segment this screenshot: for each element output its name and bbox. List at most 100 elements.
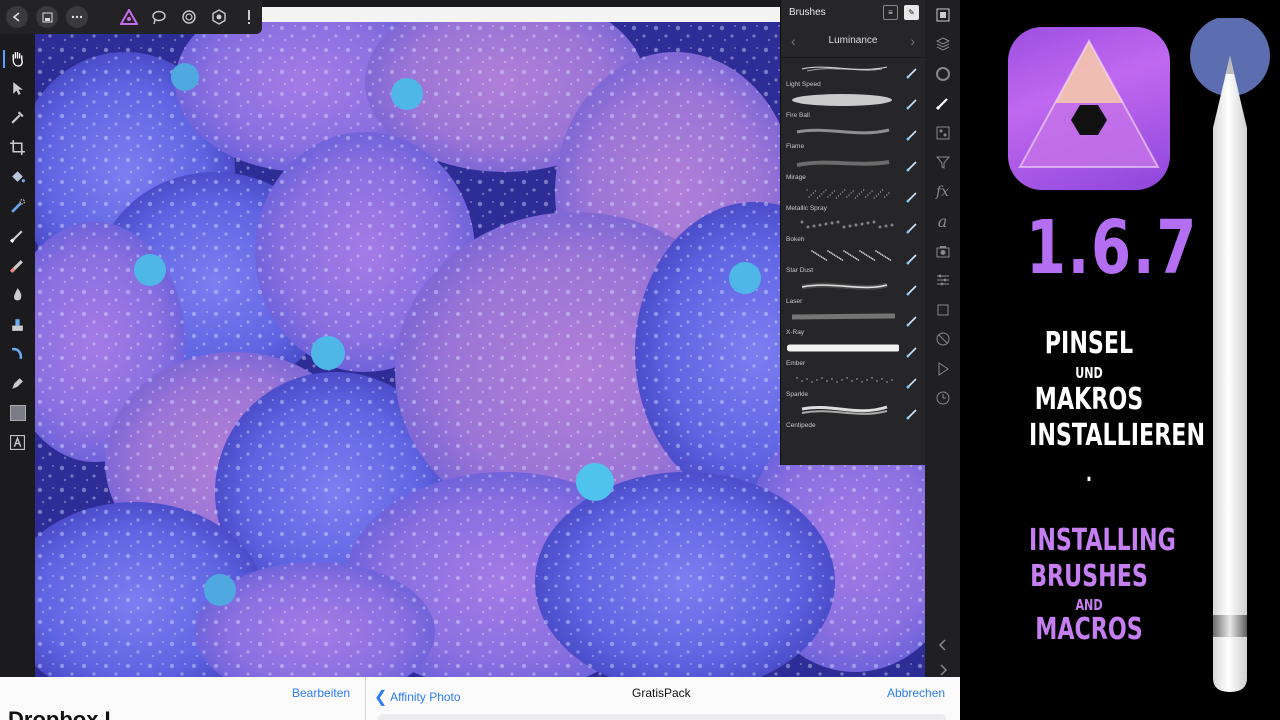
brush-edit-icon[interactable] (905, 405, 921, 421)
color-picker-icon[interactable] (0, 103, 35, 133)
collapse-left-icon[interactable] (925, 631, 960, 661)
brush-stroke-preview (796, 377, 893, 383)
brush-category-selector[interactable]: ‹ Luminance › (781, 24, 925, 58)
brush-item[interactable]: Star Dust (781, 244, 925, 275)
brush-list: Light Speed Fire Ball Flame Mirage Metallic … (781, 58, 925, 430)
chevron-left-icon[interactable]: ‹ (791, 33, 796, 49)
top-toolbar (0, 0, 262, 34)
brush-name: Laser (786, 298, 803, 305)
brush-item[interactable]: Bokeh (781, 213, 925, 244)
brush-edit-icon[interactable] (905, 312, 921, 328)
back-label: Affinity Photo (390, 690, 461, 704)
text-icon[interactable] (0, 428, 35, 458)
cancel-button[interactable]: Abbrechen (887, 686, 945, 700)
hand-icon[interactable] (0, 44, 35, 74)
brush-name: Flame (786, 143, 805, 150)
brushes-panel-title: Brushes (789, 6, 826, 18)
history-icon[interactable] (925, 384, 960, 414)
brush-name: Star Dust (786, 267, 814, 274)
play-macro-icon[interactable] (925, 354, 960, 384)
adjustments-icon[interactable] (925, 59, 960, 89)
title-line-brushes: BRUSHES (1030, 559, 1148, 594)
files-browser-bar: Bearbeiten ❮ Affinity Photo GratisPack A… (0, 677, 960, 720)
camera-icon[interactable] (925, 236, 960, 266)
brush-item[interactable]: Centipede (781, 399, 925, 430)
export-persona-icon[interactable] (238, 6, 260, 28)
pen-icon[interactable] (0, 369, 35, 399)
tone-mapping-persona-icon[interactable] (208, 6, 230, 28)
brush-item[interactable]: Fire Ball (781, 89, 925, 120)
transform-icon[interactable] (925, 266, 960, 296)
flood-fill-icon[interactable] (0, 162, 35, 192)
brush-item[interactable]: X-Ray (781, 306, 925, 337)
apple-pencil-illustration (1190, 16, 1270, 698)
channels-icon[interactable] (925, 118, 960, 148)
brush-item[interactable]: Sparkle (781, 368, 925, 399)
clone-icon[interactable] (0, 310, 35, 340)
layers-icon[interactable] (925, 30, 960, 60)
photo-persona-icon[interactable] (118, 6, 140, 28)
brush-item[interactable]: Light Speed (781, 58, 925, 89)
folder-title: GratisPack (632, 686, 691, 700)
brush-edit-icon[interactable] (905, 157, 921, 173)
erase-brush-icon[interactable] (0, 251, 35, 281)
brush-edit-icon[interactable] (905, 188, 921, 204)
brush-item[interactable]: Laser (781, 275, 925, 306)
brush-edit-icon[interactable] (905, 126, 921, 142)
brush-edit-icon[interactable] (905, 219, 921, 235)
document-edge (262, 7, 780, 22)
liquify-persona-icon[interactable] (148, 6, 170, 28)
brush-name: Mirage (786, 174, 806, 181)
edit-button[interactable]: Bearbeiten (292, 686, 350, 700)
color-well[interactable] (0, 398, 35, 428)
title-line-makros: MAKROS (1034, 382, 1144, 417)
brush-settings-icon[interactable]: ✎ (904, 4, 919, 20)
brush-item[interactable]: Metallic Spray (781, 182, 925, 213)
back-icon[interactable] (6, 6, 28, 28)
move-icon[interactable] (0, 74, 35, 104)
brushes-icon[interactable] (925, 89, 960, 119)
brush-edit-icon[interactable] (905, 64, 921, 80)
version-number: 1.6.7 (1025, 205, 1198, 291)
fx-icon[interactable]: fx (925, 177, 960, 207)
back-button[interactable]: ❮ Affinity Photo (374, 686, 461, 706)
save-icon[interactable] (36, 6, 58, 28)
brush-name: Bokeh (786, 236, 805, 243)
block-icon[interactable] (925, 325, 960, 355)
chevron-right-icon[interactable]: › (910, 33, 915, 49)
paint-brush-icon[interactable] (0, 221, 35, 251)
navigator-icon[interactable] (925, 0, 960, 30)
healing-icon[interactable] (0, 339, 35, 369)
crop-icon[interactable] (0, 133, 35, 163)
affinity-photo-app-icon (1008, 27, 1170, 190)
brush-item[interactable]: Flame (781, 120, 925, 151)
more-icon[interactable] (66, 6, 88, 28)
selection-icon[interactable] (925, 295, 960, 325)
filters-icon[interactable] (925, 148, 960, 178)
title-separator: . (1085, 462, 1093, 487)
brush-edit-icon[interactable] (905, 374, 921, 390)
brushes-panel: Brushes ≡ ✎ ‹ Luminance › Light Speed Fir… (780, 0, 925, 465)
text-styles-icon[interactable]: a (925, 207, 960, 237)
brush-item[interactable]: Mirage (781, 151, 925, 182)
brush-name: Metallic Spray (786, 205, 827, 212)
selection-brush-icon[interactable] (0, 192, 35, 222)
brush-stroke-preview (811, 250, 892, 261)
tools-panel (0, 44, 35, 464)
brush-stroke-preview (801, 405, 888, 415)
sidebar-heading: Dropbox I (8, 707, 111, 720)
brush-list-view-icon[interactable]: ≡ (883, 4, 898, 20)
brush-stroke-preview (806, 189, 890, 199)
develop-persona-icon[interactable] (178, 6, 200, 28)
dodge-burn-icon[interactable] (0, 280, 35, 310)
brush-edit-icon[interactable] (905, 95, 921, 111)
brush-edit-icon[interactable] (905, 281, 921, 297)
brush-stroke-preview (792, 94, 892, 106)
brush-name: Centipede (786, 422, 816, 429)
brush-edit-icon[interactable] (905, 250, 921, 266)
search-field[interactable] (378, 714, 946, 720)
brush-edit-icon[interactable] (905, 343, 921, 359)
brush-stroke-preview (796, 160, 890, 167)
brush-stroke-preview (801, 66, 888, 72)
brush-item[interactable]: Ember (781, 337, 925, 368)
